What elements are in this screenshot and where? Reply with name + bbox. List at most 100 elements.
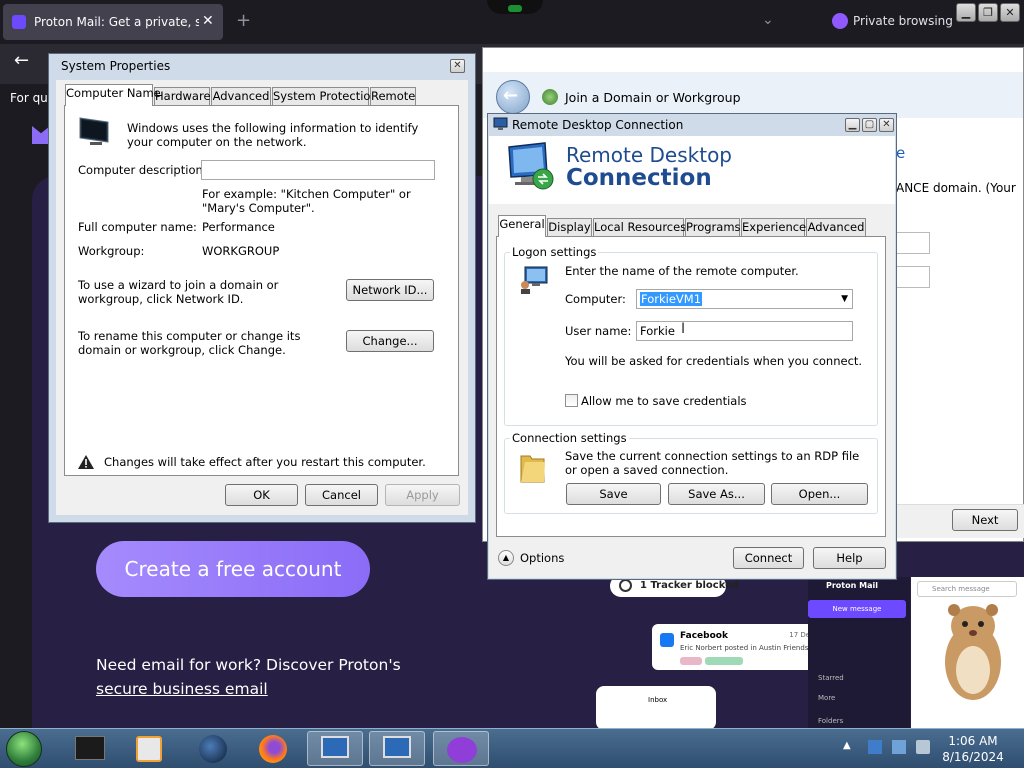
computer-description-input[interactable] bbox=[201, 160, 435, 180]
tab-experience[interactable]: Experience bbox=[741, 218, 806, 236]
private-browsing-label: Private browsing bbox=[853, 14, 953, 28]
business-email-link[interactable]: secure business email bbox=[96, 680, 268, 698]
tab-remote[interactable]: Remote bbox=[370, 87, 416, 105]
inbox-label: Inbox bbox=[648, 696, 668, 704]
ok-button[interactable]: OK bbox=[225, 484, 298, 506]
label-tag bbox=[680, 657, 702, 665]
pm-folders: Folders bbox=[818, 717, 844, 725]
pm-search: Search message bbox=[917, 581, 1017, 597]
private-browsing-icon bbox=[832, 13, 848, 29]
example-text: For example: "Kitchen Computer" or "Mary… bbox=[202, 187, 411, 215]
tab-title: Proton Mail: Get a private, secure bbox=[34, 15, 199, 29]
new-tab-icon[interactable]: + bbox=[236, 10, 251, 31]
help-button[interactable]: Help bbox=[813, 547, 886, 569]
connection-text: Save the current connection settings to … bbox=[565, 449, 860, 477]
computer-user-icon bbox=[521, 266, 548, 294]
show-hidden-icons-icon[interactable]: ▲ bbox=[843, 740, 851, 751]
computer-value: ForkieVM1 bbox=[640, 292, 703, 306]
minimize-button[interactable]: ▁ bbox=[956, 3, 976, 22]
list-tabs-chevron-icon[interactable]: ⌄ bbox=[762, 12, 774, 28]
join-domain-input[interactable] bbox=[896, 232, 930, 254]
username-input[interactable]: Forkie I bbox=[636, 321, 853, 341]
tab-programs[interactable]: Programs bbox=[685, 218, 741, 236]
full-name-value: Performance bbox=[202, 220, 275, 234]
facebook-icon bbox=[660, 633, 674, 647]
pm-more: More bbox=[818, 694, 836, 702]
pm-brand: Proton Mail bbox=[826, 581, 878, 590]
close-window-button[interactable]: ✕ bbox=[1000, 3, 1020, 22]
folder-icon bbox=[520, 455, 545, 483]
cancel-button[interactable]: Cancel bbox=[305, 484, 378, 506]
maximize-icon[interactable]: ▢ bbox=[862, 118, 877, 132]
connect-button[interactable]: Connect bbox=[733, 547, 804, 569]
close-icon[interactable]: ✕ bbox=[450, 59, 465, 73]
apply-button[interactable]: Apply bbox=[385, 484, 460, 506]
network-icon[interactable] bbox=[868, 740, 882, 754]
save-as-button[interactable]: Save As... bbox=[668, 483, 765, 505]
pm-starred: Starred bbox=[818, 674, 844, 682]
taskbar-item-globe[interactable] bbox=[186, 731, 242, 766]
network-id-button[interactable]: Network ID... bbox=[346, 279, 434, 301]
description-label: Computer description: bbox=[78, 163, 207, 177]
join-domain-title: Join a Domain or Workgroup bbox=[565, 90, 741, 105]
join-domain-header bbox=[483, 72, 1023, 118]
enter-computer-text: Enter the name of the remote computer. bbox=[565, 264, 799, 278]
join-domain-input[interactable] bbox=[896, 266, 930, 288]
globe-icon bbox=[199, 735, 227, 763]
next-button[interactable]: Next bbox=[952, 509, 1018, 531]
network-globe-icon bbox=[542, 89, 558, 105]
tab-local-resources[interactable]: Local Resources bbox=[593, 218, 686, 236]
tab-display[interactable]: Display bbox=[547, 218, 592, 236]
back-arrow-icon[interactable]: ← bbox=[496, 80, 530, 114]
allow-save-checkbox[interactable] bbox=[565, 394, 578, 407]
minimize-icon[interactable]: ▁ bbox=[845, 118, 860, 132]
connection-settings-label: Connection settings bbox=[510, 431, 629, 445]
restore-button[interactable]: ❐ bbox=[978, 3, 998, 22]
options-label[interactable]: Options bbox=[520, 551, 564, 565]
taskbar-item-terminal[interactable] bbox=[63, 731, 119, 766]
tab-advanced[interactable]: Advanced bbox=[211, 87, 271, 105]
dropdown-arrow-icon[interactable]: ▼ bbox=[841, 290, 848, 308]
blocked-icon bbox=[619, 579, 632, 592]
private-browsing-icon bbox=[447, 737, 477, 763]
computer-icon bbox=[321, 736, 349, 758]
fb-title: Facebook bbox=[680, 631, 728, 641]
join-domain-text: ANCE domain. (Your bbox=[896, 181, 1016, 195]
tab-advanced[interactable]: Advanced bbox=[806, 218, 866, 236]
open-button[interactable]: Open... bbox=[771, 483, 868, 505]
terminal-icon bbox=[75, 736, 105, 760]
taskbar-item-remote-desktop[interactable] bbox=[369, 731, 425, 766]
change-button[interactable]: Change... bbox=[346, 330, 434, 352]
tab-general[interactable]: General bbox=[498, 215, 546, 237]
taskbar-item-media[interactable] bbox=[122, 731, 178, 766]
action-center-icon[interactable] bbox=[892, 740, 906, 754]
clock-date: 8/16/2024 bbox=[942, 750, 1004, 764]
start-button[interactable] bbox=[6, 731, 42, 767]
computer-combobox[interactable]: ForkieVM1 ▼ bbox=[636, 289, 853, 309]
rename-text: To rename this computer or change its do… bbox=[78, 329, 301, 357]
taskbar-item-firefox-private[interactable] bbox=[433, 731, 489, 766]
clock-time: 1:06 AM bbox=[948, 734, 998, 748]
media-player-icon bbox=[136, 736, 162, 762]
taskbar-item-firefox[interactable] bbox=[246, 731, 302, 766]
text-cursor-icon: I bbox=[681, 321, 686, 337]
tab-system-protection[interactable]: System Protection bbox=[272, 87, 378, 105]
intro-text: Windows uses the following information t… bbox=[127, 121, 419, 149]
close-tab-icon[interactable]: ✕ bbox=[202, 13, 214, 29]
workgroup-label: Workgroup: bbox=[78, 244, 145, 258]
rdc-small-icon bbox=[493, 117, 508, 130]
join-domain-heading: e bbox=[896, 144, 906, 162]
save-button[interactable]: Save bbox=[566, 483, 661, 505]
taskbar-item-system-properties[interactable] bbox=[307, 731, 363, 766]
browser-tab-proton[interactable]: Proton Mail: Get a private, secure ✕ bbox=[3, 4, 223, 40]
volume-icon[interactable] bbox=[916, 740, 930, 754]
wizard-text: To use a wizard to join a domain or work… bbox=[78, 278, 279, 306]
tab-computer-name[interactable]: Computer Name bbox=[65, 84, 161, 106]
inbox-card: Inbox bbox=[596, 686, 716, 730]
taskbar-clock[interactable]: 1:06 AM 8/16/2024 bbox=[937, 733, 1009, 765]
close-icon[interactable]: ✕ bbox=[879, 118, 894, 132]
create-account-button[interactable]: Create a free account bbox=[96, 541, 370, 597]
back-arrow-icon[interactable]: ← bbox=[14, 50, 29, 71]
options-chevron-icon[interactable]: ▲ bbox=[498, 550, 514, 566]
tab-hardware[interactable]: Hardware bbox=[154, 87, 211, 105]
